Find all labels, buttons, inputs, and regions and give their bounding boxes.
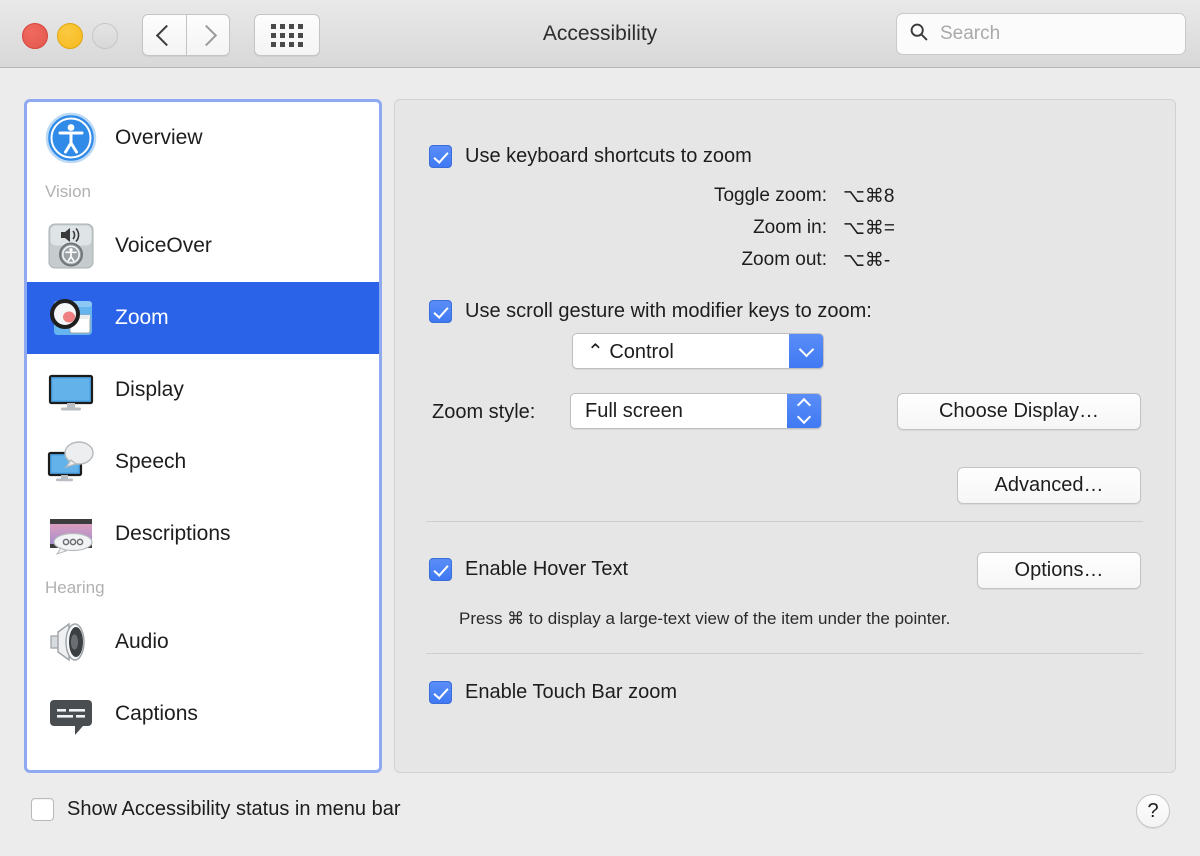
sidebar-item-voiceover[interactable]: VoiceOver [27, 210, 379, 282]
shortcut-key: ⌥⌘8 [843, 185, 935, 208]
shortcut-row-zoom-out: Zoom out: ⌥⌘- [515, 249, 935, 272]
menu-bar-status-checkbox[interactable] [31, 798, 54, 821]
search-icon [909, 22, 929, 47]
display-icon [45, 364, 97, 416]
sidebar-item-speech[interactable]: Speech [27, 426, 379, 498]
shortcut-row-toggle-zoom: Toggle zoom: ⌥⌘8 [515, 185, 935, 208]
sidebar-item-label: VoiceOver [115, 234, 212, 258]
hover-text-options-button[interactable]: Options… [977, 552, 1141, 589]
sidebar-item-label: Captions [115, 702, 198, 726]
section-divider [426, 521, 1143, 522]
sidebar-item-label: Overview [115, 126, 203, 150]
sidebar-item-label: Speech [115, 450, 186, 474]
sidebar-item-label: Audio [115, 630, 169, 654]
touch-bar-zoom-checkbox-row[interactable]: Enable Touch Bar zoom [429, 681, 677, 704]
modifier-key-value: ⌃ Control [587, 339, 674, 364]
shortcut-label: Zoom out: [741, 249, 827, 272]
shortcut-label: Zoom in: [753, 217, 827, 240]
shortcut-row-zoom-in: Zoom in: ⌥⌘= [515, 217, 935, 240]
touch-bar-zoom-label: Enable Touch Bar zoom [465, 681, 677, 704]
hover-text-checkbox[interactable] [429, 558, 452, 581]
scroll-gesture-checkbox-row[interactable]: Use scroll gesture with modifier keys to… [429, 300, 872, 323]
section-divider [426, 653, 1143, 654]
shortcut-list: Toggle zoom: ⌥⌘8 Zoom in: ⌥⌘= Zoom out: … [515, 185, 935, 272]
zoom-style-value: Full screen [585, 400, 683, 423]
accessibility-icon [45, 112, 97, 164]
keyboard-shortcuts-label: Use keyboard shortcuts to zoom [465, 145, 752, 168]
menu-bar-status-checkbox-row[interactable]: Show Accessibility status in menu bar [31, 798, 401, 821]
window-titlebar: Accessibility [0, 0, 1200, 68]
sidebar-group-hearing: Hearing [27, 570, 379, 606]
system-preferences-window: Accessibility [0, 0, 1200, 856]
descriptions-icon [45, 508, 97, 560]
hover-text-checkbox-row[interactable]: Enable Hover Text [429, 558, 628, 581]
chevron-down-icon[interactable] [789, 334, 823, 368]
sidebar-item-label: Descriptions [115, 522, 231, 546]
audio-icon [45, 616, 97, 668]
touch-bar-zoom-checkbox[interactable] [429, 681, 452, 704]
captions-icon [45, 688, 97, 740]
category-sidebar[interactable]: Overview Vision VoiceOver [24, 99, 382, 773]
sidebar-item-audio[interactable]: Audio [27, 606, 379, 678]
sidebar-item-captions[interactable]: Captions [27, 678, 379, 750]
search-input[interactable] [938, 22, 1152, 46]
zoom-style-dropdown[interactable]: Full screen [570, 393, 822, 429]
sidebar-item-display[interactable]: Display [27, 354, 379, 426]
speech-icon [45, 436, 97, 488]
chevron-up-down-icon[interactable] [787, 394, 821, 428]
shortcut-label: Toggle zoom: [714, 185, 827, 208]
zoom-style-label: Zoom style: [432, 401, 535, 424]
shortcut-key: ⌥⌘- [843, 249, 935, 272]
menu-bar-status-label: Show Accessibility status in menu bar [67, 798, 401, 821]
sidebar-item-label: Display [115, 378, 184, 402]
sidebar-item-zoom[interactable]: Zoom [27, 282, 379, 354]
sidebar-group-vision: Vision [27, 174, 379, 210]
keyboard-shortcuts-checkbox-row[interactable]: Use keyboard shortcuts to zoom [429, 145, 752, 168]
shortcut-key: ⌥⌘= [843, 217, 935, 240]
hover-text-hint: Press ⌘ to display a large-text view of … [459, 609, 950, 629]
sidebar-item-overview[interactable]: Overview [27, 102, 379, 174]
sidebar-item-descriptions[interactable]: Descriptions [27, 498, 379, 570]
zoom-settings-panel: Use keyboard shortcuts to zoom Toggle zo… [394, 99, 1176, 773]
sidebar-item-label: Zoom [115, 306, 169, 330]
scroll-gesture-label: Use scroll gesture with modifier keys to… [465, 300, 872, 323]
voiceover-icon [45, 220, 97, 272]
keyboard-shortcuts-checkbox[interactable] [429, 145, 452, 168]
advanced-button[interactable]: Advanced… [957, 467, 1141, 504]
zoom-icon [45, 292, 97, 344]
choose-display-button[interactable]: Choose Display… [897, 393, 1141, 430]
scroll-gesture-checkbox[interactable] [429, 300, 452, 323]
help-button[interactable]: ? [1136, 794, 1170, 828]
search-field[interactable] [896, 13, 1186, 55]
hover-text-label: Enable Hover Text [465, 558, 628, 581]
modifier-key-dropdown[interactable]: ⌃ Control [572, 333, 824, 369]
